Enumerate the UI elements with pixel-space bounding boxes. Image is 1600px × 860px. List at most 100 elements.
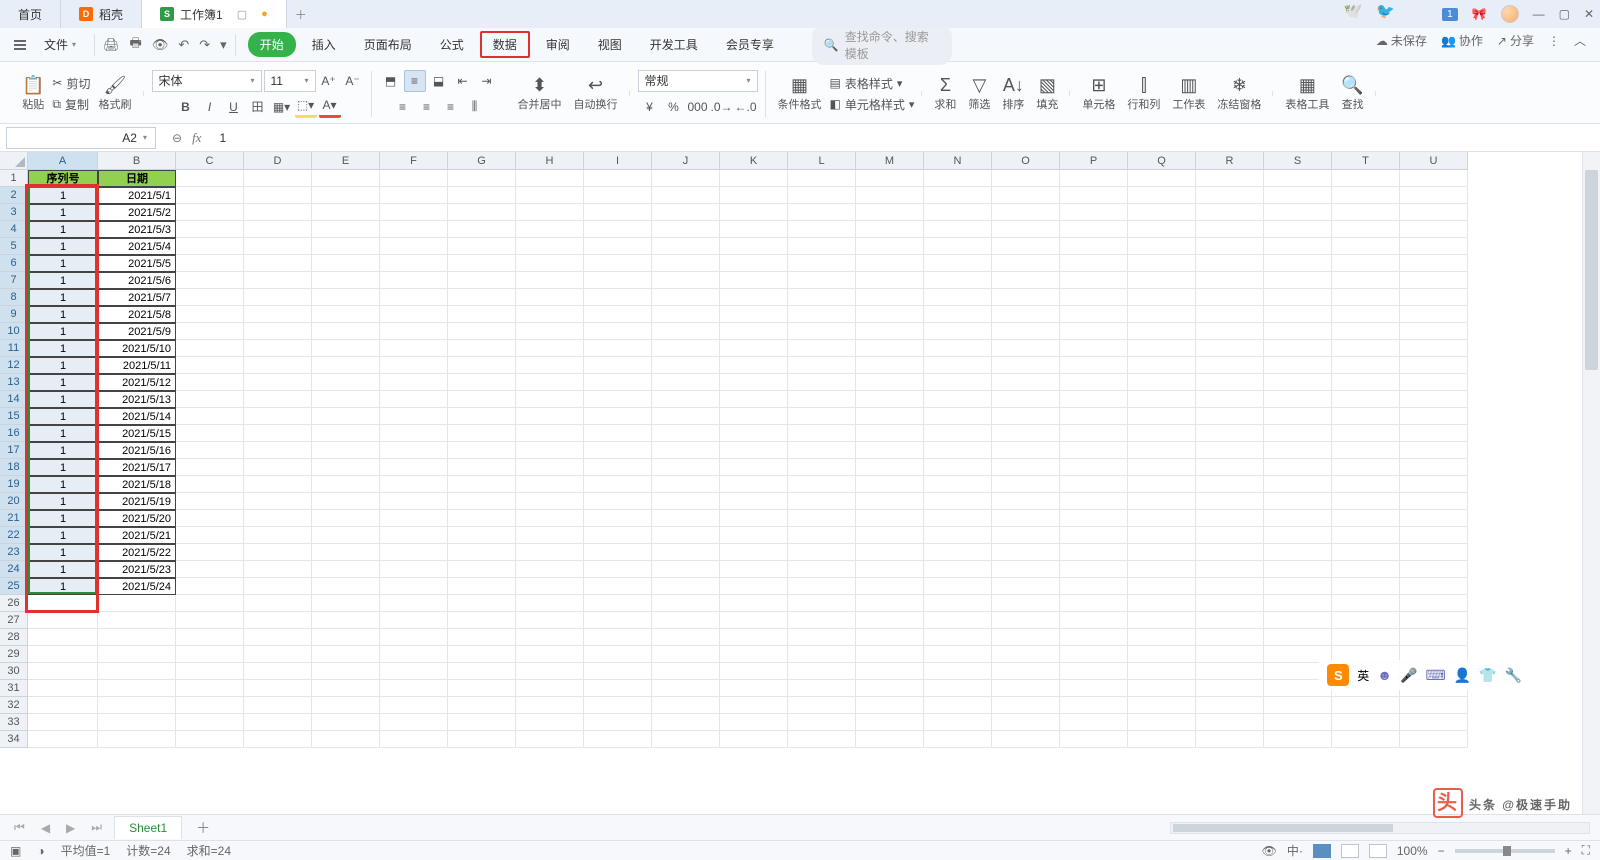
cell[interactable] — [244, 289, 312, 306]
formula-input[interactable]: 1 — [211, 131, 234, 145]
cell[interactable] — [992, 442, 1060, 459]
cell[interactable] — [992, 408, 1060, 425]
row-header[interactable]: 8 — [0, 289, 28, 306]
painter-button[interactable]: 🖌格式刷 — [95, 76, 136, 112]
cell[interactable] — [924, 425, 992, 442]
ime-emoji-icon[interactable]: ☻ — [1377, 667, 1392, 683]
cell[interactable] — [992, 255, 1060, 272]
cell[interactable] — [992, 272, 1060, 289]
cell[interactable] — [380, 221, 448, 238]
cell[interactable] — [1196, 697, 1264, 714]
cell[interactable] — [1332, 238, 1400, 255]
cell[interactable]: 2021/5/6 — [98, 272, 176, 289]
menu-tab-4[interactable]: 数据 — [480, 31, 530, 58]
cell[interactable] — [448, 476, 516, 493]
cell[interactable] — [1332, 612, 1400, 629]
fill-button[interactable]: ▧填充 — [1032, 76, 1062, 112]
cell[interactable] — [992, 459, 1060, 476]
cell[interactable] — [992, 238, 1060, 255]
cell[interactable] — [380, 595, 448, 612]
row-header[interactable]: 4 — [0, 221, 28, 238]
cell[interactable] — [788, 391, 856, 408]
cell[interactable] — [1196, 374, 1264, 391]
cell[interactable]: 1 — [28, 578, 98, 595]
cell[interactable] — [1264, 510, 1332, 527]
cell[interactable] — [380, 510, 448, 527]
cell[interactable] — [98, 629, 176, 646]
cut-button[interactable]: ✂剪切 — [52, 75, 90, 92]
cell[interactable] — [1128, 510, 1196, 527]
cell[interactable] — [448, 391, 516, 408]
cell[interactable] — [652, 561, 720, 578]
cell[interactable] — [380, 544, 448, 561]
cell[interactable] — [1196, 340, 1264, 357]
cell[interactable] — [1332, 476, 1400, 493]
cell[interactable] — [380, 527, 448, 544]
cell[interactable] — [720, 680, 788, 697]
cell[interactable] — [176, 306, 244, 323]
cell[interactable] — [448, 527, 516, 544]
cell[interactable] — [516, 578, 584, 595]
sum-button[interactable]: Σ求和 — [930, 76, 960, 112]
cell[interactable] — [1196, 493, 1264, 510]
cell[interactable] — [312, 255, 380, 272]
cell[interactable] — [720, 425, 788, 442]
collab-button[interactable]: 👥 协作 — [1441, 32, 1483, 49]
cell[interactable] — [652, 612, 720, 629]
cell[interactable] — [652, 323, 720, 340]
cells-button[interactable]: ⊞单元格 — [1078, 76, 1119, 112]
cell[interactable]: 2021/5/19 — [98, 493, 176, 510]
cell[interactable] — [1060, 442, 1128, 459]
cell[interactable] — [924, 561, 992, 578]
cell[interactable] — [856, 170, 924, 187]
cell[interactable] — [1128, 289, 1196, 306]
cell[interactable] — [788, 238, 856, 255]
cell[interactable] — [1128, 663, 1196, 680]
cell[interactable] — [992, 731, 1060, 748]
cell[interactable] — [1400, 561, 1468, 578]
cell[interactable] — [312, 629, 380, 646]
cell[interactable] — [244, 629, 312, 646]
cell[interactable] — [448, 408, 516, 425]
cell[interactable] — [992, 289, 1060, 306]
cell[interactable] — [924, 629, 992, 646]
sort-button[interactable]: A↓排序 — [998, 76, 1028, 112]
cell[interactable] — [312, 510, 380, 527]
cell[interactable] — [1196, 595, 1264, 612]
cell[interactable] — [1128, 629, 1196, 646]
cell[interactable] — [1264, 476, 1332, 493]
cell[interactable] — [652, 697, 720, 714]
cell[interactable] — [652, 442, 720, 459]
cell[interactable] — [380, 255, 448, 272]
cell[interactable] — [856, 221, 924, 238]
cell[interactable] — [1332, 561, 1400, 578]
cell[interactable] — [448, 340, 516, 357]
cell[interactable] — [788, 170, 856, 187]
cell[interactable] — [1128, 731, 1196, 748]
zoom-slider[interactable] — [1455, 849, 1555, 853]
cell[interactable] — [1400, 306, 1468, 323]
cell[interactable] — [312, 408, 380, 425]
cell[interactable] — [1196, 544, 1264, 561]
menu-tab-2[interactable]: 页面布局 — [352, 32, 424, 57]
cell[interactable] — [516, 272, 584, 289]
maximize-icon[interactable]: ▢ — [1559, 7, 1570, 21]
cell[interactable] — [856, 578, 924, 595]
cell[interactable] — [448, 289, 516, 306]
cell[interactable] — [788, 459, 856, 476]
cell[interactable] — [516, 340, 584, 357]
cell[interactable] — [1264, 255, 1332, 272]
cell[interactable] — [448, 612, 516, 629]
cell[interactable] — [1060, 204, 1128, 221]
cell[interactable] — [992, 629, 1060, 646]
cell[interactable] — [380, 578, 448, 595]
find-button[interactable]: 🔍查找 — [1337, 76, 1367, 112]
row-header[interactable]: 29 — [0, 646, 28, 663]
cell[interactable] — [448, 561, 516, 578]
cell[interactable] — [856, 408, 924, 425]
row-header[interactable]: 34 — [0, 731, 28, 748]
cell[interactable]: 1 — [28, 561, 98, 578]
grid[interactable]: 序列号日期12021/5/112021/5/212021/5/312021/5/… — [28, 170, 1582, 814]
sheet-tab[interactable]: Sheet1 — [114, 816, 182, 839]
cell[interactable] — [1264, 323, 1332, 340]
